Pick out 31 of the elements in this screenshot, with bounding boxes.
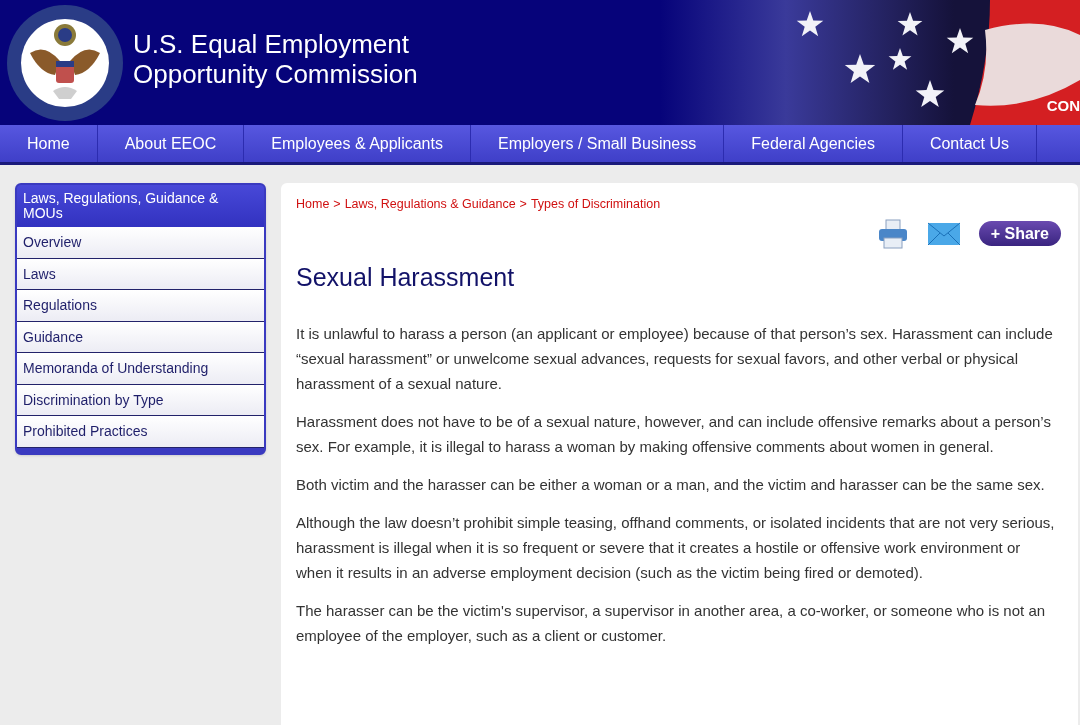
nav-tab[interactable]: Home bbox=[0, 125, 98, 162]
body-paragraph: Although the law doesn’t prohibit simple teasing, offhand comments, or isolated incidents that are not very serious, harassment is illegal when it is so frequent or severe that it creates a hostile or offensive work environment or when it results in an adverse employment decision (such as the victim being fired or demoted). bbox=[296, 513, 1056, 584]
header-link[interactable]: CON bbox=[1046, 95, 1080, 118]
breadcrumb-separator: > bbox=[333, 196, 341, 213]
nav-tab[interactable]: Federal Agencies bbox=[724, 125, 903, 162]
breadcrumb-separator: > bbox=[519, 196, 527, 213]
body-paragraph: Both victim and the harasser can be either a woman or a man, and the victim and harasser can be the same sex. bbox=[296, 475, 1046, 496]
body-paragraph: Harassment does not have to be of a sexual nature, however, and can include offensive remarks about a person’s sex. For example, it is illegal to harass a woman by making offensive comments about women in general. bbox=[296, 412, 1052, 458]
nav-tab[interactable]: Contact Us bbox=[902, 125, 1038, 162]
sidebar-title: Laws, Regulations, Guidance & MOUs bbox=[17, 185, 264, 227]
breadcrumb-link[interactable]: Types of Discrimination bbox=[530, 195, 661, 214]
sidebar-item[interactable]: Prohibited Practices bbox=[17, 416, 264, 448]
sidebar-item[interactable]: Overview bbox=[17, 227, 264, 259]
sidebar-item[interactable]: Discrimination by Type bbox=[17, 384, 264, 416]
breadcrumb-link[interactable]: Laws, Regulations & Guidance bbox=[344, 195, 516, 214]
body-paragraph: The harasser can be the victim's supervisor, a supervisor in another area, a co-worker, or someone who is not an employee of the employer, such as a client or customer. bbox=[296, 601, 1047, 647]
page-heading: Sexual Harassment bbox=[296, 261, 516, 293]
nav-tab[interactable]: Employers / Small Business bbox=[470, 125, 725, 162]
nav-tab[interactable]: Employees & Applicants bbox=[244, 125, 471, 162]
sidebar-item[interactable]: Memoranda of Understanding bbox=[17, 353, 264, 385]
site-title: Opportunity Commission bbox=[133, 58, 418, 89]
body-paragraph: It is unlawful to harass a person (an applicant or employee) because of that person’s sex. Harassment can include “sexual harassment” or unwelcome sexual advances, requests for sexual favors, and other verbal or physical harassment of a sexual nature. bbox=[296, 324, 1054, 395]
sidebar-item[interactable]: Guidance bbox=[17, 321, 264, 353]
sidebar-item[interactable]: Laws bbox=[17, 258, 264, 290]
sidebar-item[interactable]: Regulations bbox=[17, 290, 264, 322]
print-icon[interactable] bbox=[876, 218, 909, 249]
breadcrumb-link[interactable]: Home bbox=[296, 195, 330, 214]
site-title: U.S. Equal Employment bbox=[133, 28, 410, 59]
share-button[interactable]: + Share bbox=[978, 221, 1061, 247]
email-icon[interactable] bbox=[926, 221, 961, 246]
nav-tab[interactable]: About EEOC bbox=[97, 125, 245, 162]
